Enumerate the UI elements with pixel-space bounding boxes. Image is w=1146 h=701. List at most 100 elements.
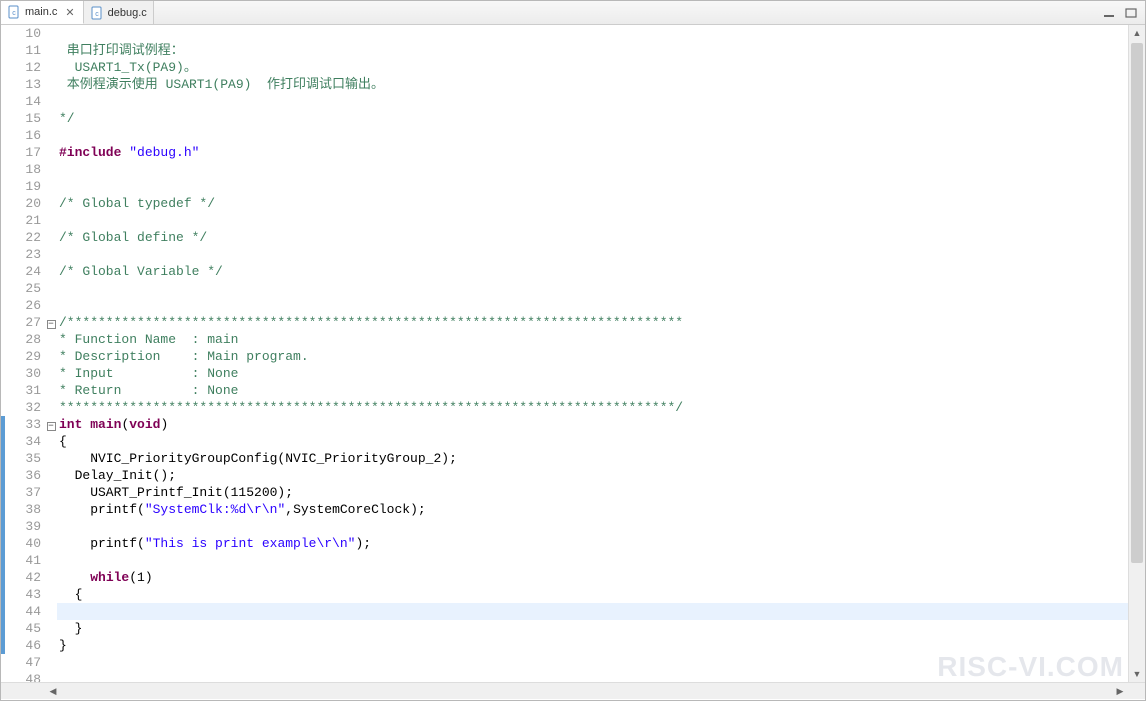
line-number: 36 [1,467,41,484]
line-number: 15 [1,110,41,127]
scroll-left-arrow[interactable]: ◀ [45,683,61,699]
code-line[interactable]: ****************************************… [57,399,1128,416]
code-line[interactable] [57,671,1128,682]
editor-area: 1011121314151617181920212223242526272829… [1,25,1145,682]
code-line[interactable] [57,161,1128,178]
code-line[interactable] [57,25,1128,42]
scroll-up-arrow[interactable]: ▲ [1129,25,1145,41]
line-number: 38 [1,501,41,518]
code-line[interactable]: } [57,620,1128,637]
code-line[interactable]: * Description : Main program. [57,348,1128,365]
horizontal-scrollbar[interactable]: ◀ ▶ [1,682,1145,699]
code-line[interactable]: 串口打印调试例程： [57,42,1128,59]
fold-toggle-icon[interactable]: − [47,320,56,329]
vertical-scrollbar[interactable]: ▲ ▼ [1128,25,1145,682]
code-line[interactable]: NVIC_PriorityGroupConfig(NVIC_PriorityGr… [57,450,1128,467]
line-number: 30 [1,365,41,382]
line-number: 12 [1,59,41,76]
c-file-icon: c [90,6,104,20]
line-number: 33 [1,416,41,433]
code-line[interactable] [57,127,1128,144]
code-line[interactable] [57,654,1128,671]
code-line[interactable] [57,297,1128,314]
fold-cell [45,518,57,535]
code-line[interactable]: * Return : None [57,382,1128,399]
fold-cell [45,212,57,229]
code-line[interactable] [57,93,1128,110]
line-number: 23 [1,246,41,263]
editor-tab[interactable]: cdebug.c [84,1,154,24]
code-line[interactable]: /* Global Variable */ [57,263,1128,280]
fold-cell: − [45,314,57,331]
line-number: 10 [1,25,41,42]
code-line[interactable]: 本例程演示使用 USART1(PA9) 作打印调试口输出。 [57,76,1128,93]
fold-cell [45,382,57,399]
line-number: 11 [1,42,41,59]
fold-cell [45,280,57,297]
fold-cell [45,348,57,365]
fold-cell [45,484,57,501]
line-number: 13 [1,76,41,93]
line-number: 18 [1,161,41,178]
fold-cell [45,450,57,467]
fold-cell [45,127,57,144]
fold-toggle-icon[interactable]: − [47,422,56,431]
fold-cell [45,552,57,569]
svg-text:c: c [12,10,16,17]
minimize-icon[interactable] [1101,6,1117,20]
code-line[interactable]: Delay_Init(); [57,467,1128,484]
fold-cell [45,76,57,93]
editor-tabbar: cmain.c✕cdebug.c [1,1,1145,25]
code-line[interactable]: /* Global define */ [57,229,1128,246]
code-line[interactable]: USART1_Tx(PA9)。 [57,59,1128,76]
code-line[interactable]: USART_Printf_Init(115200); [57,484,1128,501]
fold-cell [45,195,57,212]
line-number: 40 [1,535,41,552]
code-line[interactable]: while(1) [57,569,1128,586]
fold-cell [45,59,57,76]
code-line[interactable] [57,212,1128,229]
code-line[interactable] [57,603,1128,620]
code-editor[interactable]: 串口打印调试例程： USART1_Tx(PA9)。 本例程演示使用 USART1… [57,25,1128,682]
code-line[interactable]: /***************************************… [57,314,1128,331]
line-number: 31 [1,382,41,399]
line-number: 34 [1,433,41,450]
code-line[interactable]: #include "debug.h" [57,144,1128,161]
line-number: 16 [1,127,41,144]
fold-cell [45,25,57,42]
scroll-thumb[interactable] [1131,43,1143,563]
line-number: 29 [1,348,41,365]
code-line[interactable] [57,178,1128,195]
code-line[interactable] [57,246,1128,263]
code-line[interactable] [57,552,1128,569]
scroll-right-arrow[interactable]: ▶ [1112,683,1128,699]
code-line[interactable]: { [57,586,1128,603]
editor-tab[interactable]: cmain.c✕ [1,1,84,24]
line-number: 21 [1,212,41,229]
fold-cell [45,161,57,178]
fold-column: −− [45,25,57,682]
code-line[interactable]: { [57,433,1128,450]
code-line[interactable]: printf("This is print example\r\n"); [57,535,1128,552]
line-number: 26 [1,297,41,314]
line-number: 28 [1,331,41,348]
code-line[interactable]: printf("SystemClk:%d\r\n",SystemCoreCloc… [57,501,1128,518]
line-number: 19 [1,178,41,195]
line-number-gutter: 1011121314151617181920212223242526272829… [1,25,45,682]
maximize-icon[interactable] [1123,6,1139,20]
code-line[interactable]: * Function Name : main [57,331,1128,348]
code-line[interactable] [57,518,1128,535]
code-line[interactable]: */ [57,110,1128,127]
line-number: 39 [1,518,41,535]
code-line[interactable]: } [57,637,1128,654]
scroll-down-arrow[interactable]: ▼ [1129,666,1145,682]
c-file-icon: c [7,5,21,19]
code-line[interactable]: /* Global typedef */ [57,195,1128,212]
close-icon[interactable]: ✕ [63,6,76,19]
code-line[interactable]: int main(void) [57,416,1128,433]
code-line[interactable] [57,280,1128,297]
fold-cell [45,433,57,450]
line-number: 14 [1,93,41,110]
code-line[interactable]: * Input : None [57,365,1128,382]
fold-cell [45,110,57,127]
